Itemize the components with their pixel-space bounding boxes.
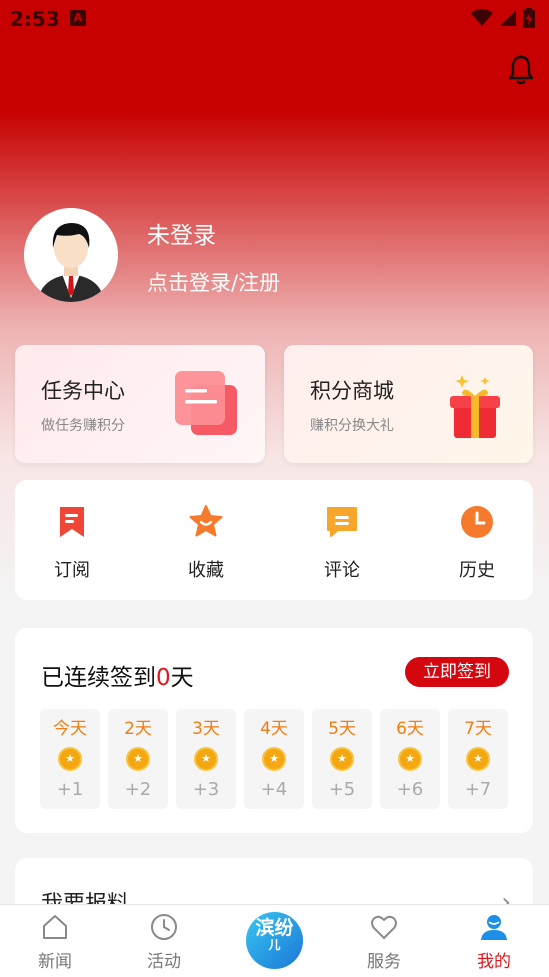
checkin-title: 已连续签到0天 xyxy=(41,658,194,692)
task-center-card[interactable]: 任务中心 做任务赚积分 xyxy=(15,345,265,463)
checkin-prefix: 已连续签到 xyxy=(41,665,156,691)
checkin-panel: 已连续签到0天 立即签到 今天 ★ +1 2天 ★ +2 3天 ★ +3 4天 ★ +4 5天 ★… xyxy=(15,628,533,833)
day-label: 5天 xyxy=(328,719,356,739)
day-label: 4天 xyxy=(260,719,288,739)
tab-services[interactable]: 服务 xyxy=(344,913,424,972)
quick-comments-label: 评论 xyxy=(324,560,360,581)
coin-icon: ★ xyxy=(466,747,490,771)
quick-favorites[interactable]: 收藏 xyxy=(166,500,246,582)
checkin-day: 2天 ★ +2 xyxy=(108,709,168,809)
day-points: +7 xyxy=(464,779,492,800)
battery-icon xyxy=(523,8,535,28)
checkin-day: 4天 ★ +4 xyxy=(244,709,304,809)
task-center-title: 任务中心 xyxy=(41,379,125,403)
status-icons xyxy=(471,8,535,28)
checkin-day: 3天 ★ +3 xyxy=(176,709,236,809)
checkin-day: 7天 ★ +7 xyxy=(448,709,508,809)
logo-char-1: 滨 xyxy=(255,917,275,939)
comment-icon xyxy=(327,507,357,537)
checkin-count: 0 xyxy=(156,665,171,691)
avatar[interactable] xyxy=(24,208,118,302)
coin-icon: ★ xyxy=(58,747,82,771)
day-points: +2 xyxy=(124,779,152,800)
clock-icon xyxy=(461,506,493,538)
day-points: +5 xyxy=(328,779,356,800)
user-avatar-icon xyxy=(24,208,118,302)
bell-icon[interactable] xyxy=(506,54,536,86)
heart-icon xyxy=(371,915,397,939)
tab-activity[interactable]: 活动 xyxy=(124,913,204,972)
checkin-suffix: 天 xyxy=(170,665,194,691)
coin-icon: ★ xyxy=(194,747,218,771)
bookmark-icon xyxy=(60,507,84,537)
quick-favorites-label: 收藏 xyxy=(188,560,224,581)
tab-news[interactable]: 新闻 xyxy=(15,913,95,972)
day-label: 今天 xyxy=(53,719,87,739)
day-label: 6天 xyxy=(396,719,424,739)
quick-history-label: 历史 xyxy=(459,560,495,581)
day-label: 2天 xyxy=(124,719,152,739)
tab-news-label: 新闻 xyxy=(38,952,72,972)
checkin-button[interactable]: 立即签到 xyxy=(405,657,509,687)
day-points: +6 xyxy=(396,779,424,800)
day-label: 7天 xyxy=(464,719,492,739)
day-points: +4 xyxy=(260,779,288,800)
day-label: 3天 xyxy=(192,719,220,739)
coin-icon: ★ xyxy=(262,747,286,771)
notification-icon: A xyxy=(70,10,86,26)
checkin-day: 今天 ★ +1 xyxy=(40,709,100,809)
task-list-icon xyxy=(175,371,237,435)
checkin-day: 6天 ★ +6 xyxy=(380,709,440,809)
tab-services-label: 服务 xyxy=(367,952,401,972)
coin-icon: ★ xyxy=(398,747,422,771)
signal-icon xyxy=(500,10,516,26)
points-mall-title: 积分商城 xyxy=(310,379,394,403)
login-register-link[interactable]: 点击登录/注册 xyxy=(147,267,280,297)
task-center-subtitle: 做任务赚积分 xyxy=(41,418,125,434)
center-logo-button[interactable]: 滨纷 儿 xyxy=(246,912,303,969)
quick-comments[interactable]: 评论 xyxy=(302,500,382,582)
tab-mine-label: 我的 xyxy=(477,952,511,972)
wifi-icon xyxy=(471,9,493,26)
logo-char-2: 纷 xyxy=(274,917,294,939)
tab-activity-label: 活动 xyxy=(147,952,181,972)
clock-icon xyxy=(151,914,177,940)
coin-icon: ★ xyxy=(126,747,150,771)
day-points: +3 xyxy=(192,779,220,800)
logo-char-3: 儿 xyxy=(268,938,281,952)
user-name: 未登录 xyxy=(147,223,216,249)
person-icon xyxy=(481,915,507,940)
home-icon xyxy=(43,915,67,939)
quick-subscribe-label: 订阅 xyxy=(54,560,90,581)
status-bar: 2:53 A xyxy=(0,0,549,36)
gift-icon xyxy=(450,375,500,438)
quick-actions-panel: 订阅 收藏 评论 历史 xyxy=(15,480,533,600)
points-mall-card[interactable]: 积分商城 赚积分换大礼 xyxy=(284,345,533,463)
points-mall-subtitle: 赚积分换大礼 xyxy=(310,418,394,434)
coin-icon: ★ xyxy=(330,747,354,771)
day-points: +1 xyxy=(56,779,84,800)
status-time: 2:53 xyxy=(10,7,60,31)
quick-history[interactable]: 历史 xyxy=(437,500,517,582)
star-icon xyxy=(189,505,223,537)
tab-mine[interactable]: 我的 xyxy=(454,913,534,972)
checkin-day: 5天 ★ +5 xyxy=(312,709,372,809)
quick-subscribe[interactable]: 订阅 xyxy=(32,500,112,582)
